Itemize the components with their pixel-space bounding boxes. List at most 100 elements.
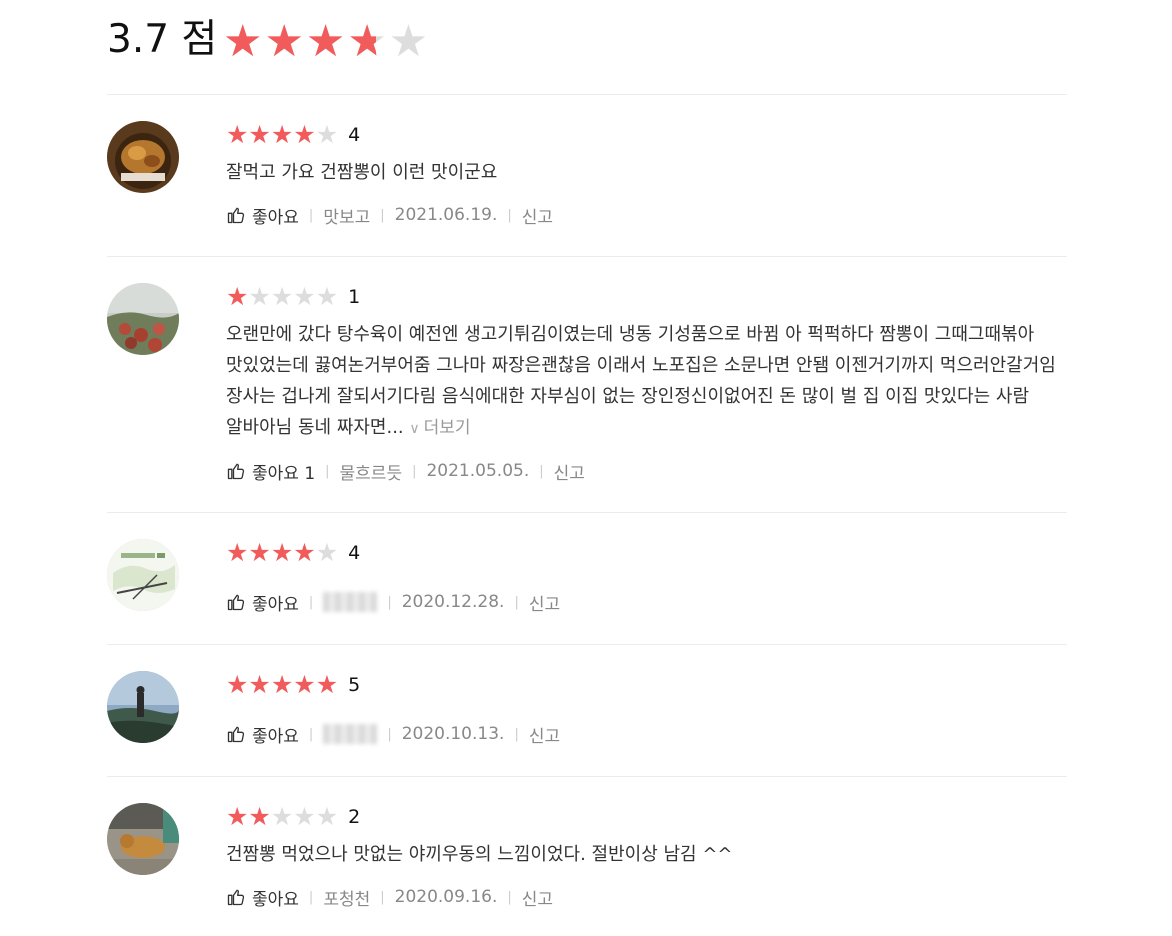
thumbs-up-icon bbox=[227, 207, 245, 224]
thumbs-up-icon bbox=[227, 726, 245, 743]
like-button[interactable]: 좋아요 bbox=[226, 885, 299, 910]
separator: | bbox=[380, 207, 385, 223]
star-icon: ★ bbox=[248, 538, 271, 567]
avatar-image bbox=[107, 671, 179, 743]
review-date: 2020.09.16. bbox=[394, 887, 498, 907]
review-author-blurred bbox=[323, 592, 378, 612]
like-button[interactable]: 좋아요 bbox=[226, 203, 299, 228]
report-button[interactable]: 신고 bbox=[522, 885, 553, 910]
review-rating: ★★★★★ 4 bbox=[226, 539, 360, 567]
star-icon: ★ bbox=[293, 282, 316, 311]
avatar[interactable] bbox=[107, 671, 179, 743]
star-icon: ★ bbox=[315, 538, 339, 567]
report-button[interactable]: 신고 bbox=[529, 722, 560, 747]
review-comment: 잘먹고 가요 건짬뽕이 이런 맛이군요 bbox=[226, 162, 498, 183]
star-icon: ★★★★★ bbox=[226, 121, 338, 149]
star-icon: ★ bbox=[293, 538, 316, 567]
star-icon: ★ bbox=[293, 802, 316, 831]
separator: | bbox=[308, 726, 314, 742]
separator: | bbox=[514, 594, 519, 610]
star-icon: ★★★★★ bbox=[223, 20, 377, 64]
avatar[interactable] bbox=[107, 121, 179, 193]
review-rating: ★★★★★ 5 bbox=[226, 671, 360, 699]
star-icon: ★ bbox=[248, 802, 271, 831]
thumbs-up-icon bbox=[227, 463, 245, 480]
separator: | bbox=[308, 594, 314, 610]
review-comment: 건짬뽕 먹었으나 맛없는 야끼우동의 느낌이었다. 절반이상 남김 ^^ bbox=[226, 844, 733, 865]
rating-summary: 3.7 점 ★★★★★ ★★★★★ bbox=[107, 0, 1067, 94]
review-date: 2021.06.19. bbox=[394, 205, 498, 225]
review-author[interactable]: 물흐르듯 bbox=[340, 459, 403, 484]
star-icon: ★ bbox=[315, 802, 339, 831]
star-icon: ★ bbox=[270, 802, 294, 831]
star-icon: ★ bbox=[270, 670, 294, 699]
review-author[interactable]: 포청천 bbox=[323, 885, 370, 910]
average-star-rating: ★★★★★ ★★★★★ bbox=[223, 20, 430, 64]
separator: | bbox=[380, 889, 385, 905]
separator: | bbox=[387, 726, 392, 742]
thumbs-up-icon bbox=[227, 594, 245, 611]
separator: | bbox=[412, 463, 417, 479]
rating-value: 2 bbox=[348, 806, 361, 828]
like-button[interactable]: 좋아요 1 bbox=[226, 459, 315, 484]
review-rating: ★★★★★ 1 bbox=[226, 283, 360, 311]
report-button[interactable]: 신고 bbox=[522, 203, 553, 228]
separator: | bbox=[507, 207, 512, 223]
divider bbox=[107, 776, 1067, 777]
star-icon: ★ bbox=[315, 120, 339, 149]
like-button[interactable]: 좋아요 bbox=[226, 722, 299, 747]
review-rating: ★★★★★ 4 bbox=[226, 121, 360, 149]
star-icon: ★★★★★ bbox=[226, 283, 338, 311]
star-icon: ★ bbox=[270, 538, 294, 567]
separator: | bbox=[514, 726, 519, 742]
review-date: 2020.12.28. bbox=[401, 592, 505, 612]
separator: | bbox=[507, 889, 512, 905]
average-score: 3.7 점 bbox=[107, 17, 218, 62]
avatar[interactable] bbox=[107, 539, 179, 611]
divider bbox=[107, 512, 1067, 513]
divider bbox=[107, 256, 1067, 257]
review-meta: 좋아요 | | 2020.12.28. | 신고 bbox=[226, 588, 560, 616]
more-button[interactable]: ∨ 더보기 bbox=[409, 418, 470, 438]
like-button[interactable]: 좋아요 bbox=[226, 590, 299, 615]
avatar-image bbox=[107, 539, 179, 611]
star-icon: ★ bbox=[226, 120, 249, 149]
star-icon: ★ bbox=[248, 282, 271, 311]
avatar[interactable] bbox=[107, 283, 179, 355]
star-icon: ★ bbox=[270, 120, 294, 149]
star-icon: ★★★★★ bbox=[226, 671, 338, 699]
star-icon: ★ bbox=[226, 282, 249, 311]
review-meta: 좋아요 1 | 물흐르듯 | 2021.05.05. | 신고 bbox=[226, 457, 585, 485]
separator: | bbox=[308, 889, 314, 905]
avatar-image bbox=[107, 121, 179, 193]
rating-value: 4 bbox=[348, 124, 361, 146]
review-rating: ★★★★★ 2 bbox=[226, 803, 360, 831]
review-date: 2021.05.05. bbox=[426, 461, 530, 481]
divider bbox=[107, 94, 1067, 95]
review-meta: 좋아요 | 포청천 | 2020.09.16. | 신고 bbox=[226, 883, 553, 911]
chevron-down-icon: ∨ bbox=[409, 421, 420, 437]
star-icon: ★ bbox=[315, 670, 339, 699]
rating-value: 4 bbox=[348, 542, 361, 564]
review-comment: 오랜만에 갔다 탕수육이 예전엔 생고기튀김이였는데 냉동 기성품으로 바뀜 아… bbox=[226, 324, 1056, 438]
separator: | bbox=[539, 463, 544, 479]
separator: | bbox=[325, 463, 330, 479]
report-button[interactable]: 신고 bbox=[554, 459, 585, 484]
avatar-image bbox=[107, 283, 179, 355]
star-icon: ★ bbox=[226, 538, 249, 567]
rating-value: 5 bbox=[348, 674, 361, 696]
report-button[interactable]: 신고 bbox=[529, 590, 560, 615]
separator: | bbox=[387, 594, 392, 610]
rating-value: 1 bbox=[348, 286, 361, 308]
review-author[interactable]: 맛보고 bbox=[323, 203, 370, 228]
star-icon: ★ bbox=[226, 802, 249, 831]
star-icon: ★ bbox=[248, 120, 271, 149]
review-date: 2020.10.13. bbox=[401, 724, 505, 744]
star-icon: ★ bbox=[248, 670, 271, 699]
star-icon: ★★★★★ bbox=[226, 803, 338, 831]
avatar[interactable] bbox=[107, 803, 179, 875]
review-meta: 좋아요 | 맛보고 | 2021.06.19. | 신고 bbox=[226, 201, 553, 229]
review-meta: 좋아요 | | 2020.10.13. | 신고 bbox=[226, 720, 560, 748]
star-icon: ★ bbox=[226, 670, 249, 699]
separator: | bbox=[308, 207, 314, 223]
